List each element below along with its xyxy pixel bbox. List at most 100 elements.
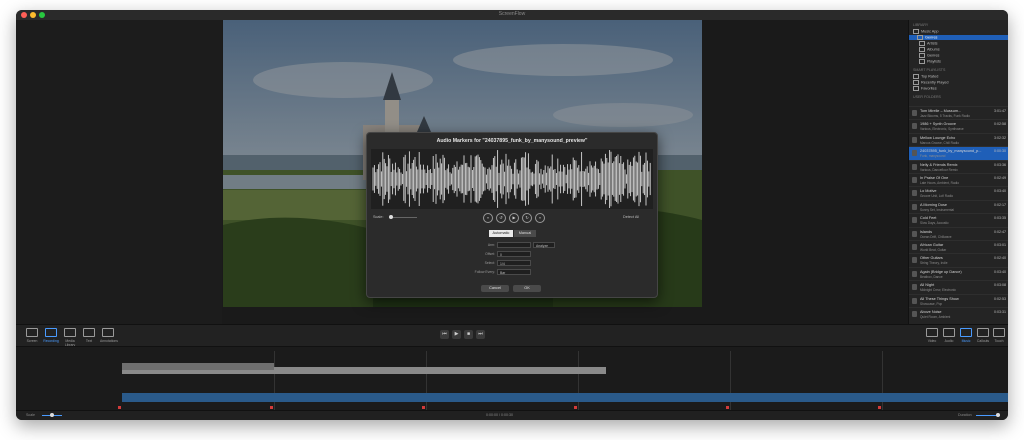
track-subtitle: Marcus Groove, Chill Radio: [920, 140, 959, 145]
track-row[interactable]: Tom Mirelle – Mussum... Jazz Blooms, 5 Tr…: [909, 106, 1008, 120]
rewind-button[interactable]: ⏮: [440, 330, 449, 339]
scale-slider-knob[interactable]: [389, 215, 393, 219]
callout-icon: [977, 328, 989, 337]
marker-icon[interactable]: [422, 406, 425, 409]
track-title: Above Noise: [920, 310, 942, 314]
playlist-icon: [919, 59, 925, 64]
marker-icon[interactable]: [878, 406, 881, 409]
sidebar-item-albums[interactable]: Albums: [919, 47, 940, 52]
rewind-icon[interactable]: ↺: [496, 213, 506, 223]
sidebar-item-genres-2[interactable]: Genres: [919, 53, 939, 58]
dialog-title: Audio Markers for "24037895_funk_by_many…: [436, 138, 588, 144]
audio-clip[interactable]: [122, 393, 1008, 402]
track-row[interactable]: Islands Ocean Drift, Chillwave 0:02:47: [909, 226, 1008, 241]
sidebar-item-genres[interactable]: Genres: [909, 35, 1008, 40]
select-dropdown[interactable]: 1/4: [497, 260, 531, 266]
track-row[interactable]: Cold Feet Slow Days, Acoustic 0:03:35: [909, 213, 1008, 227]
timeline-gridline: [426, 351, 427, 411]
track-title: Nelly & Friends Remix: [920, 162, 958, 167]
track-row[interactable]: In Praise Of One Late Hours, Ambient, Rad…: [909, 173, 1008, 187]
timeline[interactable]: [16, 346, 1008, 411]
follow-every-dropdown[interactable]: Bar: [497, 269, 531, 275]
video-clip-overlay[interactable]: [122, 363, 274, 370]
skip-forward-button[interactable]: »: [535, 213, 545, 223]
track-subtitle: Beatbox, Dance: [920, 274, 943, 279]
arm-field[interactable]: [497, 242, 531, 248]
zoom-slider-knob[interactable]: [996, 413, 1000, 417]
track-row[interactable]: A Morning Dose Sunny Set, Instrumental 0:0…: [909, 199, 1008, 214]
track-subtitle: Various, Electronic, Synthwave: [920, 127, 964, 132]
sidebar-item-music-app[interactable]: Music App: [913, 29, 939, 34]
window-title: ScreenFlow: [498, 11, 526, 17]
music-file-icon: [912, 284, 917, 291]
track-duration: 3:01:47: [994, 109, 1006, 113]
scale-slider-knob[interactable]: [50, 413, 54, 417]
annotation-icon: [102, 328, 114, 337]
track-duration: 0:02:53: [994, 296, 1006, 301]
main-toolbar: Screen Recording Media Library Text Anno…: [16, 324, 1008, 347]
marker-icon[interactable]: [270, 406, 273, 409]
fast-forward-button[interactable]: ⏭: [476, 330, 485, 339]
track-duration: 0:03:08: [994, 283, 1006, 288]
genres-icon: [917, 35, 923, 40]
track-subtitle: Funk, manysound: [920, 154, 946, 159]
track-row[interactable]: All Night Midnight Crew, Electronic 0:03:0…: [909, 280, 1008, 294]
toolbar-recording-button[interactable]: Recording: [43, 328, 59, 343]
play-icon[interactable]: ▶: [509, 213, 519, 223]
section-smart-playlists: Smart Playlists: [913, 68, 946, 72]
ok-button[interactable]: OK: [513, 285, 541, 292]
track-row[interactable]: Other Guitars String Theory, Indie 0:02:40: [909, 253, 1008, 267]
music-file-icon: [912, 163, 917, 170]
marker-icon[interactable]: [574, 406, 577, 409]
forward-icon[interactable]: ↻: [522, 213, 532, 223]
track-title: African Guitar: [920, 243, 944, 247]
play-button[interactable]: ▶: [452, 330, 461, 339]
toolbar-annotations-button[interactable]: Annotations: [100, 328, 118, 343]
tab-automatic[interactable]: Automatic: [489, 230, 513, 237]
track-title: A Morning Dose: [920, 202, 948, 207]
toolbar-media-library-button[interactable]: Media Library: [62, 328, 78, 347]
toolbar-text-button[interactable]: Text: [81, 328, 97, 343]
track-row[interactable]: Lo Motive Groove Unit, Lofi Radio 0:03:40: [909, 186, 1008, 200]
cancel-button[interactable]: Cancel: [481, 285, 509, 292]
sidebar-item-favorites[interactable]: Favorites: [913, 86, 937, 91]
sidebar-item-recently-played[interactable]: Recently Played: [913, 80, 948, 85]
track-subtitle: Late Hours, Ambient, Radio: [920, 181, 959, 185]
tab-manual[interactable]: Manual: [514, 230, 536, 237]
duration-label: Duration: [958, 413, 972, 417]
track-row[interactable]: Mellow Lounge Echo Marcus Groove, Chill R…: [909, 132, 1008, 147]
track-row[interactable]: Again (Bridge up Dance) Beatbox, Dance 0:0…: [909, 266, 1008, 281]
toolbar-audio-button[interactable]: Audio: [941, 328, 957, 343]
section-user-folders: User Folders: [913, 95, 941, 99]
track-row[interactable]: All These Things Show Showcase, Pop 0:02:5…: [909, 293, 1008, 308]
marker-icon[interactable]: [726, 406, 729, 409]
left-pane: [16, 20, 222, 324]
stop-button[interactable]: ■: [464, 330, 473, 339]
track-title: Cold Feet: [920, 216, 937, 221]
marker-icon[interactable]: [118, 406, 121, 409]
sidebar-item-top-rated[interactable]: Top Rated: [913, 74, 938, 79]
track-row[interactable]: African Guitar World Beat, Guitar 0:03:01: [909, 240, 1008, 254]
toolbar-callouts-button[interactable]: Callouts: [975, 328, 991, 343]
sidebar-item-playlists[interactable]: Playlists: [919, 59, 941, 64]
detect-all-button[interactable]: Detect All: [623, 215, 639, 219]
toolbar-touch-button[interactable]: Touch: [991, 328, 1007, 343]
track-row[interactable]: Above Noise Quiet Room, Ambient 0:03:31: [909, 307, 1008, 321]
smart-playlist-icon: [913, 74, 919, 79]
text-icon: [83, 328, 95, 337]
sidebar-item-artists[interactable]: Artists: [919, 41, 938, 46]
playhead-time: 0:00:00 / 0:00:30: [486, 413, 513, 417]
skip-back-button[interactable]: «: [483, 213, 493, 223]
toolbar-screen-button[interactable]: Screen: [24, 328, 40, 343]
waveform[interactable]: [371, 149, 653, 209]
music-file-icon: [912, 136, 917, 143]
toolbar-video-button[interactable]: Video: [924, 328, 940, 343]
track-row[interactable]: 1986 + Synth Groove Various, Electronic, …: [909, 119, 1008, 133]
offset-field[interactable]: 0: [497, 251, 531, 257]
scale-slider-track[interactable]: [389, 217, 417, 218]
analyze-button[interactable]: Analyze: [533, 242, 555, 248]
track-row[interactable]: 24037895_funk_by_manysound_p... Funk, man…: [909, 146, 1008, 161]
track-title: Lo Motive: [920, 189, 937, 194]
track-row[interactable]: Nelly & Friends Remix Various, Dancefloor…: [909, 159, 1008, 174]
toolbar-music-button[interactable]: Music: [958, 328, 974, 343]
